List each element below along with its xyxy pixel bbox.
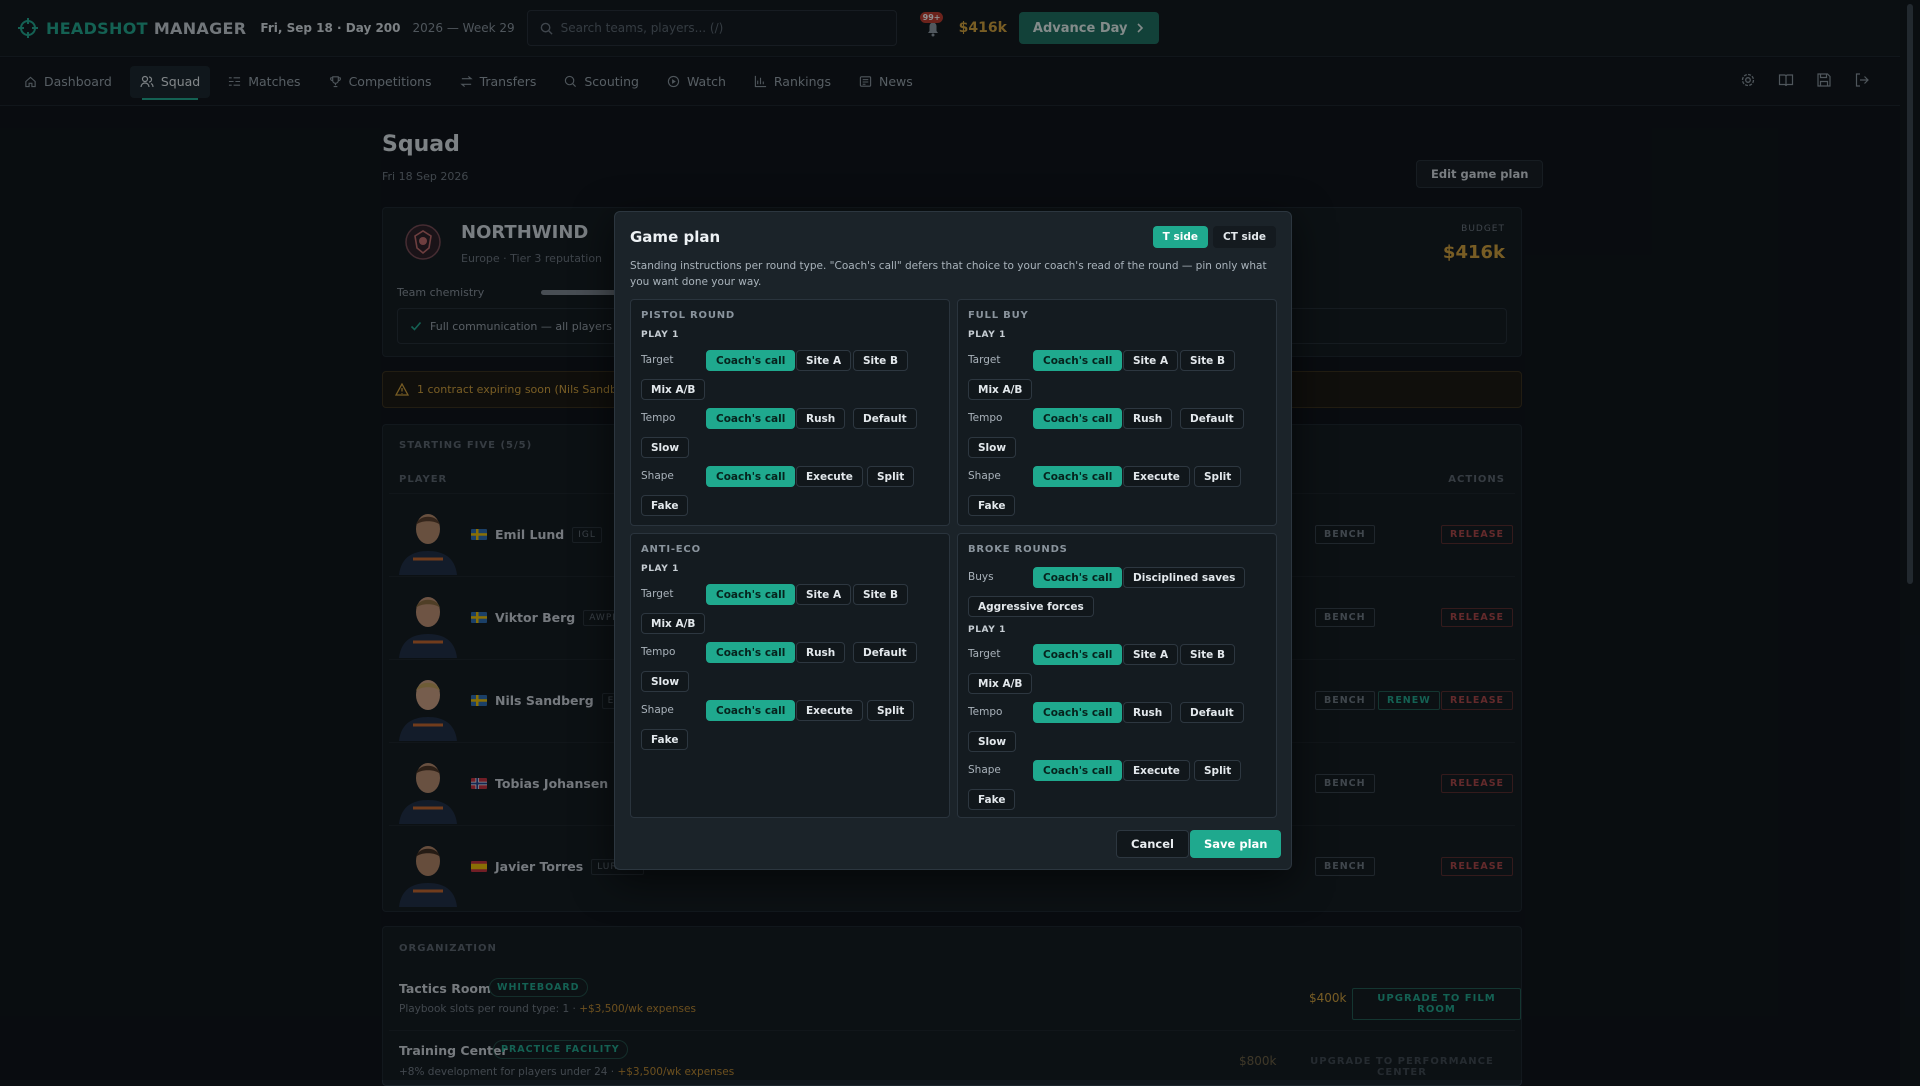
shape-label: Shape: [641, 704, 674, 716]
panel-title: FULL BUY: [968, 310, 1029, 321]
side-toggle: T side CT side: [1152, 226, 1276, 248]
tempo-label: Tempo: [641, 412, 676, 424]
target-site-b-chip[interactable]: Site B: [853, 350, 908, 371]
broke-rounds-panel: BROKE ROUNDS Buys Coach's call Disciplin…: [957, 533, 1277, 818]
panel-title: PISTOL ROUND: [641, 310, 736, 321]
panel-title: ANTI-ECO: [641, 544, 701, 555]
shape-coachs-call-chip[interactable]: Coach's call: [1033, 466, 1123, 487]
target-site-a-chip[interactable]: Site A: [1123, 644, 1179, 665]
panel-title: BROKE ROUNDS: [968, 544, 1068, 555]
modal-description: Standing instructions per round type. "C…: [630, 260, 1267, 288]
shape-split-chip[interactable]: Split: [867, 700, 915, 721]
target-label: Target: [968, 354, 1001, 366]
buys-disciplined-saves-chip[interactable]: Disciplined saves: [1123, 567, 1246, 588]
play-label: PLAY 1: [968, 625, 1006, 635]
target-site-a-chip[interactable]: Site A: [796, 350, 852, 371]
tempo-default-chip[interactable]: Default: [1180, 702, 1244, 723]
buys-coachs-call-chip[interactable]: Coach's call: [1033, 567, 1123, 588]
shape-fake-chip[interactable]: Fake: [641, 495, 689, 516]
ct-side-tab[interactable]: CT side: [1212, 226, 1276, 248]
tempo-slow-chip[interactable]: Slow: [968, 437, 1017, 458]
shape-split-chip[interactable]: Split: [867, 466, 915, 487]
shape-execute-chip[interactable]: Execute: [1123, 466, 1190, 487]
shape-coachs-call-chip[interactable]: Coach's call: [706, 700, 796, 721]
play-label: PLAY 1: [641, 330, 679, 340]
shape-label: Shape: [968, 764, 1001, 776]
shape-label: Shape: [968, 470, 1001, 482]
tempo-label: Tempo: [968, 706, 1003, 718]
tempo-coachs-call-chip[interactable]: Coach's call: [706, 408, 796, 429]
target-coachs-call-chip[interactable]: Coach's call: [706, 350, 796, 371]
anti-eco-panel: ANTI-ECO PLAY 1 Target Coach's call Site…: [630, 533, 950, 818]
target-mix-chip[interactable]: Mix A/B: [641, 613, 706, 634]
target-coachs-call-chip[interactable]: Coach's call: [706, 584, 796, 605]
target-label: Target: [968, 648, 1001, 660]
target-coachs-call-chip[interactable]: Coach's call: [1033, 644, 1123, 665]
target-mix-chip[interactable]: Mix A/B: [968, 379, 1033, 400]
game-plan-modal: Game plan T side CT side Standing instru…: [614, 211, 1292, 870]
tempo-coachs-call-chip[interactable]: Coach's call: [706, 642, 796, 663]
shape-split-chip[interactable]: Split: [1194, 466, 1242, 487]
target-site-b-chip[interactable]: Site B: [853, 584, 908, 605]
tempo-label: Tempo: [968, 412, 1003, 424]
shape-execute-chip[interactable]: Execute: [796, 466, 863, 487]
target-site-a-chip[interactable]: Site A: [796, 584, 852, 605]
shape-execute-chip[interactable]: Execute: [1123, 760, 1190, 781]
pistol-round-panel: PISTOL ROUND PLAY 1 Target Coach's call …: [630, 299, 950, 526]
tempo-default-chip[interactable]: Default: [853, 642, 917, 663]
modal-title: Game plan: [630, 228, 721, 246]
t-side-tab[interactable]: T side: [1152, 226, 1208, 248]
play-label: PLAY 1: [641, 564, 679, 574]
tempo-rush-chip[interactable]: Rush: [1123, 702, 1173, 723]
shape-execute-chip[interactable]: Execute: [796, 700, 863, 721]
buys-label: Buys: [968, 571, 994, 583]
target-site-b-chip[interactable]: Site B: [1180, 644, 1235, 665]
shape-label: Shape: [641, 470, 674, 482]
shape-split-chip[interactable]: Split: [1194, 760, 1242, 781]
play-label: PLAY 1: [968, 330, 1006, 340]
tempo-default-chip[interactable]: Default: [853, 408, 917, 429]
full-buy-panel: FULL BUY PLAY 1 Target Coach's call Site…: [957, 299, 1277, 526]
tempo-slow-chip[interactable]: Slow: [641, 437, 690, 458]
target-label: Target: [641, 354, 674, 366]
target-mix-chip[interactable]: Mix A/B: [641, 379, 706, 400]
shape-fake-chip[interactable]: Fake: [968, 789, 1016, 810]
target-coachs-call-chip[interactable]: Coach's call: [1033, 350, 1123, 371]
buys-aggressive-forces-chip[interactable]: Aggressive forces: [968, 596, 1094, 617]
target-site-b-chip[interactable]: Site B: [1180, 350, 1235, 371]
tempo-coachs-call-chip[interactable]: Coach's call: [1033, 408, 1123, 429]
tempo-default-chip[interactable]: Default: [1180, 408, 1244, 429]
shape-coachs-call-chip[interactable]: Coach's call: [706, 466, 796, 487]
tempo-rush-chip[interactable]: Rush: [796, 408, 846, 429]
shape-fake-chip[interactable]: Fake: [968, 495, 1016, 516]
tempo-coachs-call-chip[interactable]: Coach's call: [1033, 702, 1123, 723]
target-site-a-chip[interactable]: Site A: [1123, 350, 1179, 371]
tempo-slow-chip[interactable]: Slow: [968, 731, 1017, 752]
tempo-label: Tempo: [641, 646, 676, 658]
tempo-rush-chip[interactable]: Rush: [1123, 408, 1173, 429]
tempo-rush-chip[interactable]: Rush: [796, 642, 846, 663]
tempo-slow-chip[interactable]: Slow: [641, 671, 690, 692]
cancel-button[interactable]: Cancel: [1116, 830, 1189, 858]
shape-coachs-call-chip[interactable]: Coach's call: [1033, 760, 1123, 781]
save-plan-button[interactable]: Save plan: [1190, 830, 1282, 858]
target-mix-chip[interactable]: Mix A/B: [968, 673, 1033, 694]
shape-fake-chip[interactable]: Fake: [641, 729, 689, 750]
target-label: Target: [641, 588, 674, 600]
